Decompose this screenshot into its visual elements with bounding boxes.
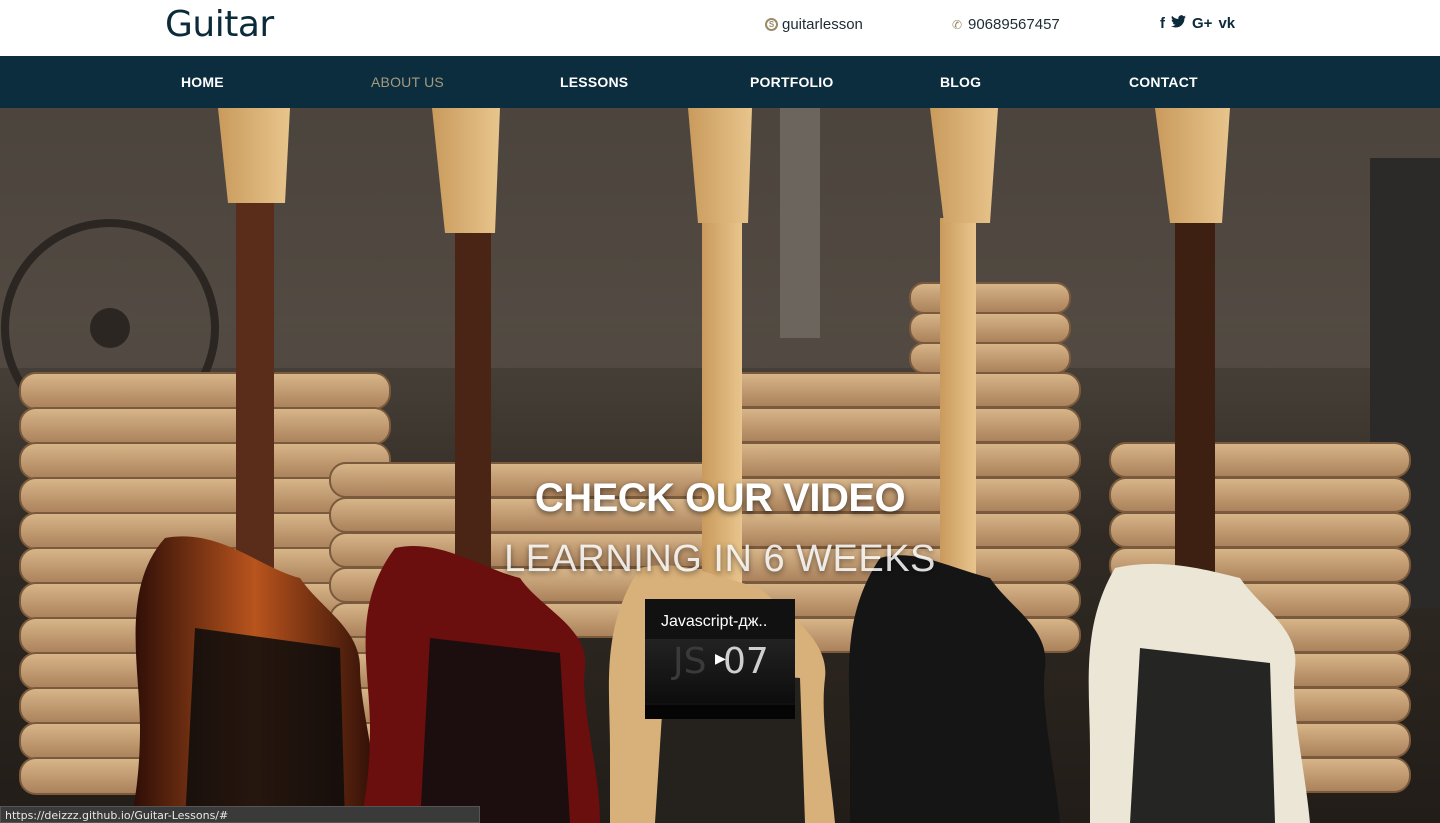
video-thumb-text-right: 07 bbox=[723, 641, 769, 682]
top-header: Guitar S guitarlesson ✆ 90689567457 f G+… bbox=[0, 0, 1440, 56]
video-embed[interactable]: Javascript-дж.. JS 07 ▶ bbox=[645, 599, 795, 719]
site-logo[interactable]: Guitar bbox=[165, 4, 274, 45]
browser-status-bar: https://deizzz.github.io/Guitar-Lessons/… bbox=[0, 806, 480, 823]
video-control-bar bbox=[645, 705, 795, 719]
video-title[interactable]: Javascript-дж.. bbox=[661, 613, 767, 631]
twitter-icon[interactable] bbox=[1171, 15, 1186, 33]
hero-title: CHECK OUR VIDEO bbox=[534, 476, 906, 520]
google-plus-icon[interactable]: G+ bbox=[1192, 15, 1212, 33]
nav-about-us[interactable]: ABOUT US bbox=[371, 74, 444, 90]
nav-portfolio[interactable]: PORTFOLIO bbox=[750, 74, 833, 90]
video-thumbnail[interactable] bbox=[645, 639, 795, 703]
hero-section: CHECK OUR VIDEO LEARNING IN 6 WEEKS Java… bbox=[0, 108, 1440, 823]
main-nav: HOME ABOUT US LESSONS PORTFOLIO BLOG CON… bbox=[0, 56, 1440, 108]
skype-icon: S bbox=[765, 18, 778, 31]
nav-blog[interactable]: BLOG bbox=[940, 74, 981, 90]
vk-icon[interactable]: vk bbox=[1218, 15, 1235, 33]
nav-lessons[interactable]: LESSONS bbox=[560, 74, 628, 90]
phone-contact[interactable]: ✆ 90689567457 bbox=[950, 16, 1060, 33]
social-links: f G+ vk bbox=[1160, 15, 1235, 33]
play-icon[interactable]: ▶ bbox=[715, 650, 726, 667]
nav-home[interactable]: HOME bbox=[181, 74, 224, 90]
hero-subtitle: LEARNING IN 6 WEEKS bbox=[504, 538, 936, 580]
facebook-icon[interactable]: f bbox=[1160, 15, 1165, 33]
phone-number: 90689567457 bbox=[968, 16, 1060, 33]
nav-contact[interactable]: CONTACT bbox=[1129, 74, 1198, 90]
skype-contact[interactable]: S guitarlesson bbox=[765, 16, 863, 33]
video-thumb-text-left: JS bbox=[673, 641, 707, 682]
phone-icon: ✆ bbox=[951, 17, 963, 32]
skype-handle: guitarlesson bbox=[782, 16, 863, 33]
